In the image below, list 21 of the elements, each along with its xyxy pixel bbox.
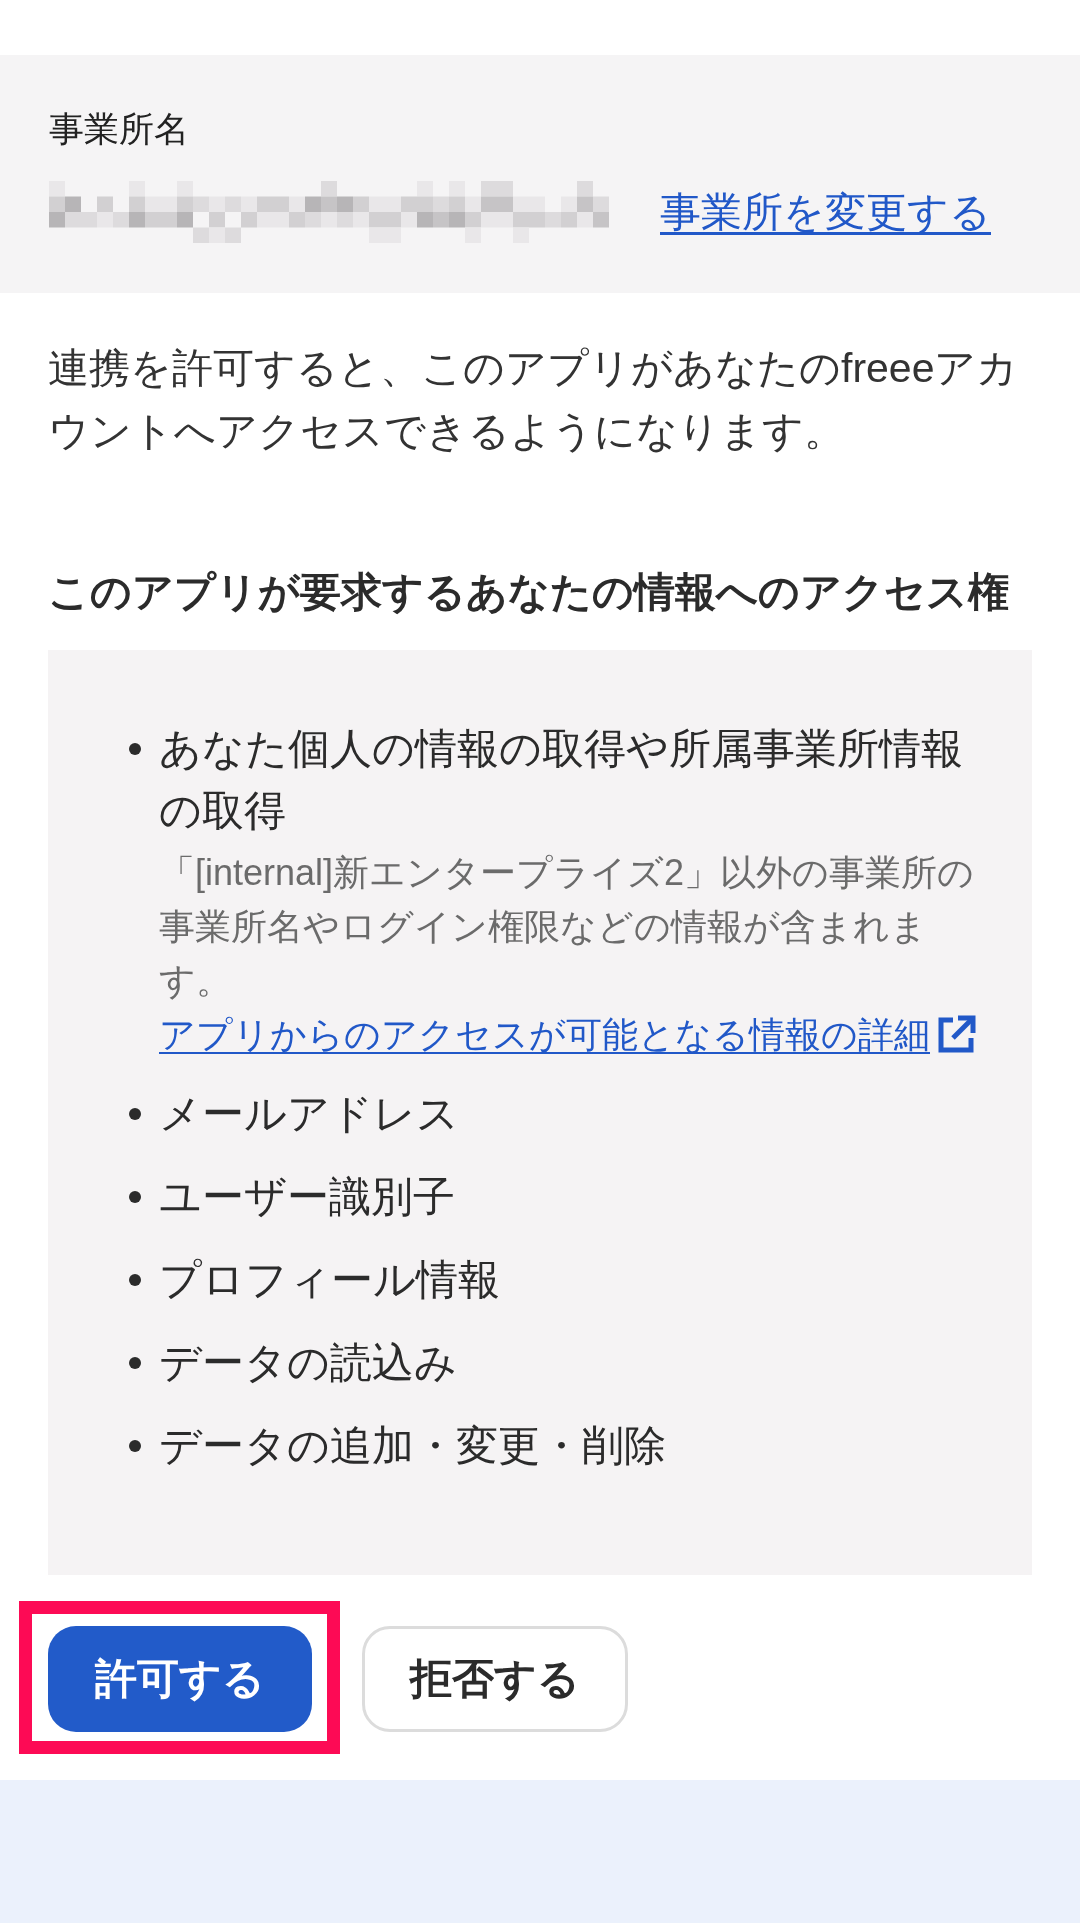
- bullet-icon: [129, 1108, 141, 1120]
- external-link-icon: [936, 1015, 976, 1055]
- permission-note: 「[internal]新エンタープライズ2」以外の事業所の事業所名やログイン権限などの情報が含まれます。: [159, 851, 976, 1003]
- deny-button[interactable]: 拒否する: [362, 1626, 628, 1732]
- permission-text: データの追加・変更・削除: [159, 1421, 666, 1471]
- permission-text: ユーザー識別子: [159, 1172, 455, 1222]
- bullet-icon: [129, 1274, 141, 1286]
- office-label: 事業所名: [49, 108, 189, 150]
- permission-text: データの読込み: [159, 1338, 457, 1388]
- change-office-link[interactable]: 事業所を変更する: [660, 181, 991, 243]
- permissions-heading: このアプリが要求するあなたの情報へのアクセス権: [48, 568, 1009, 617]
- permission-text: あなた個人の情報の取得や所属事業所情報の取得: [159, 724, 964, 836]
- bullet-icon: [129, 743, 141, 755]
- bullet-icon: [129, 1357, 141, 1369]
- permission-text: プロフィール情報: [159, 1255, 500, 1305]
- bullet-icon: [129, 1440, 141, 1452]
- intro-text: 連携を許可すると、このアプリがあなたのfreeeアカウントへアクセスできるようになります。: [48, 344, 1020, 456]
- details-link[interactable]: アプリからのアクセスが可能となる情報の詳細: [159, 1008, 976, 1062]
- bullet-icon: [129, 1191, 141, 1203]
- permission-text: メールアドレス: [159, 1089, 459, 1139]
- allow-button[interactable]: 許可する: [48, 1626, 312, 1732]
